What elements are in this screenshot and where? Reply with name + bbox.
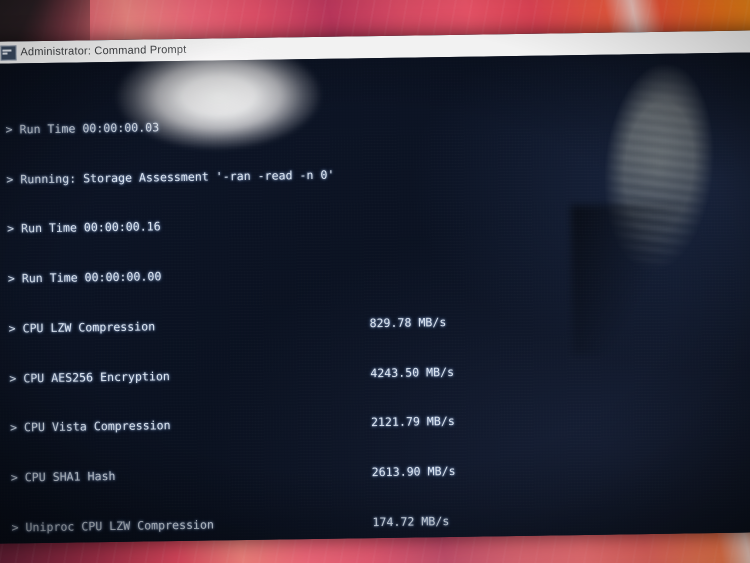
winsat-label: > Uniproc CPU LZW Compression — [11, 517, 215, 535]
command-prompt-window[interactable]: Administrator: Command Prompt > Run Time… — [0, 30, 750, 544]
winsat-label: > CPU AES256 Encryption — [9, 368, 170, 386]
terminal-row: > Running: Storage Assessment '-ran -rea… — [0, 160, 750, 188]
winsat-label: > Run Time 00:00:00.16 — [6, 219, 161, 236]
winsat-value — [369, 263, 549, 282]
winsat-value — [367, 163, 547, 182]
window-title: Administrator: Command Prompt — [20, 43, 187, 59]
command-prompt-icon — [0, 45, 17, 61]
winsat-value — [368, 213, 548, 232]
console-screen[interactable]: > Run Time 00:00:00.03 > Running: Storag… — [0, 30, 750, 544]
terminal-row: > CPU Vista Compression 2121.79 MB/s — [0, 409, 750, 437]
terminal-row: > Run Time 00:00:00.16 — [0, 209, 750, 237]
winsat-label: > Running: Storage Assessment '-ran -rea… — [6, 167, 335, 187]
winsat-score — [546, 112, 636, 130]
winsat-score — [549, 311, 639, 329]
winsat-score — [547, 162, 637, 180]
winsat-value: 4243.50 MB/s — [370, 364, 455, 380]
winsat-score — [552, 460, 642, 478]
winsat-value: 829.78 MB/s — [369, 314, 447, 331]
winsat-score — [548, 212, 638, 230]
winsat-label: > CPU LZW Compression — [8, 319, 156, 336]
winsat-label: > CPU Vista Compression — [9, 418, 171, 435]
winsat-score — [549, 261, 639, 279]
winsat-score — [551, 411, 641, 429]
terminal-row: > CPU LZW Compression 829.78 MB/s — [0, 309, 750, 337]
terminal-output: > Run Time 00:00:00.03 > Running: Storag… — [0, 60, 750, 544]
terminal-row: > Run Time 00:00:00.00 — [0, 259, 750, 287]
photo-of-monitor: Administrator: Command Prompt > Run Time… — [0, 0, 750, 563]
winsat-value: 174.72 MB/s — [372, 514, 450, 530]
winsat-value: 2121.79 MB/s — [370, 414, 455, 430]
winsat-score — [552, 510, 642, 528]
terminal-row: > Uniproc CPU LZW Compression 174.72 MB/… — [0, 508, 750, 536]
winsat-score — [550, 361, 640, 379]
winsat-value — [366, 113, 546, 132]
terminal-row: > CPU SHA1 Hash 2613.90 MB/s — [0, 458, 750, 486]
winsat-label: > Run Time 00:00:00.00 — [7, 269, 162, 286]
winsat-value: 2613.90 MB/s — [371, 464, 456, 480]
winsat-label: > Run Time 00:00:00.03 — [5, 120, 160, 137]
winsat-label: > CPU SHA1 Hash — [10, 469, 116, 485]
terminal-row: > CPU AES256 Encryption 4243.50 MB/s — [0, 359, 750, 387]
terminal-row: > Run Time 00:00:00.03 — [0, 110, 750, 138]
